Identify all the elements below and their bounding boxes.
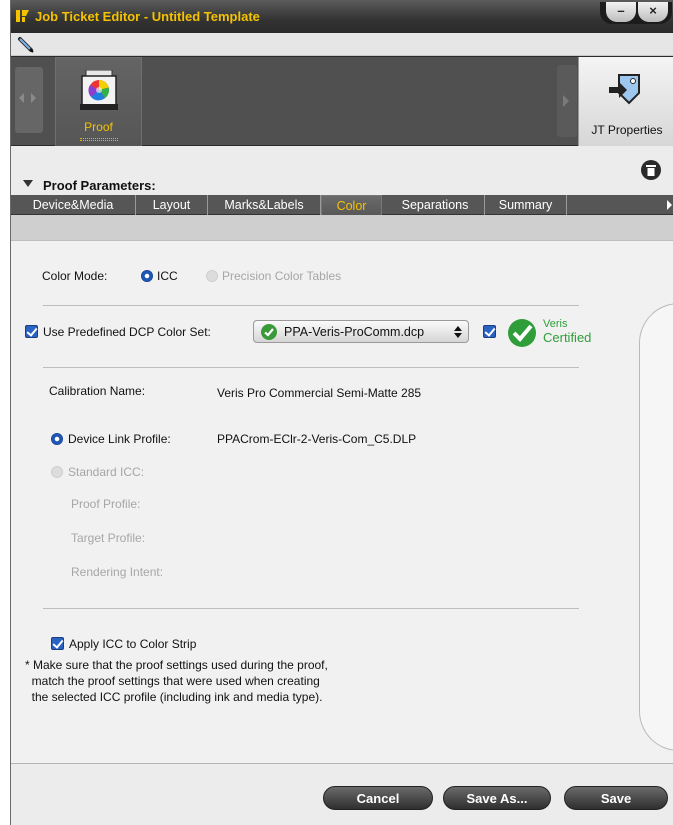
title-bar: Job Ticket Editor - Untitled Template – … [11,0,673,33]
tab-color-label: Color [336,199,367,213]
chevron-left-icon [19,93,24,103]
process-toolbar: Proof JT Properties [11,56,673,153]
tab-summary[interactable]: Summary [485,195,567,215]
close-button[interactable]: × [638,2,668,22]
tab-strip-shelf [11,215,673,241]
color-tab-content: Color Mode: ICC Precision Color Tables U… [11,241,673,763]
divider [43,305,579,306]
rendering-intent-label: Rendering Intent: [71,565,164,579]
trash-glyph [646,165,656,176]
footer-bar: Cancel Save As... Save [11,763,673,825]
scroll-right-button[interactable] [557,65,577,137]
window-title: Job Ticket Editor - Untitled Template [35,9,260,24]
proof-profile-label: Proof Profile: [71,497,141,511]
chevron-right-icon [563,95,569,107]
parameter-tabs: Device&Media Layout Marks&Labels Color S… [11,195,673,229]
collapse-triangle-icon[interactable] [23,180,33,187]
proof-active-indicator [80,138,118,141]
calibration-name-label: Calibration Name: [49,384,146,398]
proof-label: Proof [84,120,113,134]
color-mode-icc-label: ICC [157,269,178,283]
trash-icon[interactable] [641,160,661,180]
device-link-radio[interactable] [51,433,63,445]
device-link-value: PPACrom-EClr-2-Veris-Com_C5.DLP [217,432,417,446]
apply-icc-label: Apply ICC to Color Strip [69,637,197,651]
save-button[interactable]: Save [564,786,668,810]
apply-icc-checkbox[interactable] [51,637,64,650]
side-panel-shape [639,303,673,751]
tab-layout[interactable]: Layout [136,195,208,215]
tag-arrow-icon [609,74,640,105]
color-mode-label: Color Mode: [42,269,108,283]
veris-check-icon [508,319,536,347]
proof-parameters-header: Proof Parameters: [11,146,673,193]
divider [43,608,579,609]
chevron-right-icon [31,93,36,103]
calibration-name-value: Veris Pro Commercial Semi-Matte 285 [217,386,422,400]
minimize-button[interactable]: – [606,2,636,22]
tab-device-media[interactable]: Device&Media [11,195,136,215]
section-title: Proof Parameters: [43,178,156,193]
scroll-left-button[interactable] [15,67,43,133]
color-mode-pct-label: Precision Color Tables [222,269,342,283]
standard-icc-radio[interactable] [51,466,63,478]
standard-icc-label: Standard ICC: [68,465,145,479]
use-dcp-label: Use Predefined DCP Color Set: [43,325,211,339]
veris-checkbox[interactable] [483,325,496,338]
jt-properties-button[interactable]: JT Properties [578,57,673,147]
veris-line2: Certified [543,330,592,345]
cancel-button[interactable]: Cancel [323,786,433,810]
tab-marks-labels[interactable]: Marks&Labels [208,195,321,215]
veris-line1: Veris [543,318,568,330]
save-as-button[interactable]: Save As... [443,786,551,810]
device-link-label: Device Link Profile: [68,432,171,446]
app-icon [16,10,29,22]
dcp-selected-value: PPA-Veris-ProComm.dcp [284,325,425,339]
updown-arrows-icon [454,326,462,338]
target-profile-label: Target Profile: [71,531,146,545]
jt-properties-label: JT Properties [591,123,663,137]
veris-certified-badge: Veris Certified [507,316,607,350]
tab-separations[interactable]: Separations [386,195,485,215]
color-mode-pct-radio[interactable] [206,270,218,282]
window-controls: – × [600,2,672,24]
proof-process-button[interactable]: Proof [55,57,142,153]
pencil-icon[interactable] [17,36,35,54]
dcp-color-set-select[interactable]: PPA-Veris-ProComm.dcp [253,320,469,343]
color-mode-icc-radio[interactable] [141,270,153,282]
green-check-icon [261,324,277,340]
use-dcp-checkbox[interactable] [25,325,38,338]
printer-color-icon [80,70,118,110]
job-ticket-editor-window: Job Ticket Editor - Untitled Template – … [10,0,673,825]
icc-note: * Make sure that the proof settings used… [25,658,328,704]
tabs-scroll-right-icon[interactable] [667,200,672,210]
divider [43,367,579,368]
edit-bar [11,33,673,56]
